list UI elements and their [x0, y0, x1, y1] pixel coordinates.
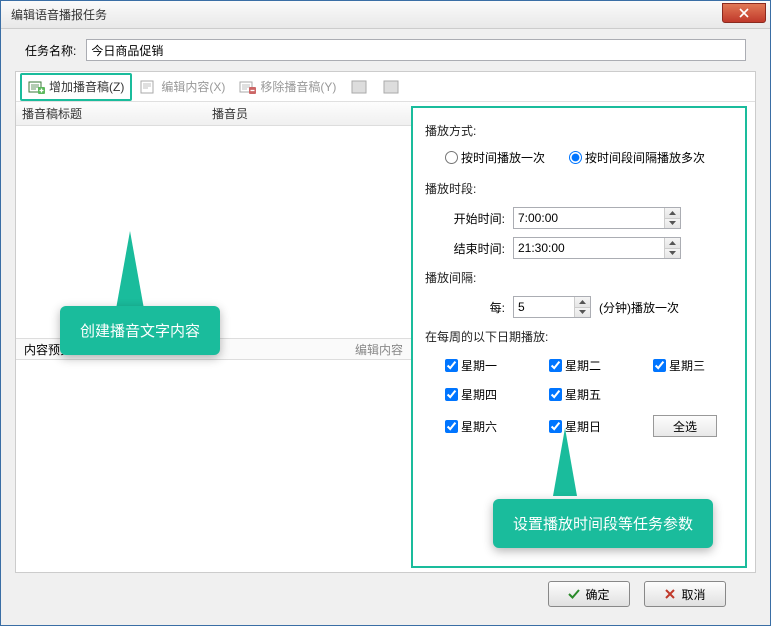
dialog-window: 编辑语音播报任务 任务名称: 增加播音稿(Z) 编辑内容(X)	[0, 0, 771, 626]
end-time-spinner[interactable]	[513, 237, 681, 259]
day-thursday[interactable]: 星期四	[445, 386, 525, 403]
remove-script-label: 移除播音稿(Y)	[260, 78, 336, 95]
day-saturday[interactable]: 星期六	[445, 418, 525, 435]
task-name-label: 任务名称:	[25, 42, 76, 59]
task-name-input[interactable]	[86, 39, 746, 61]
interval-label: 播放间隔:	[425, 269, 733, 286]
radio-repeat-input[interactable]	[569, 151, 582, 164]
day-friday[interactable]: 星期五	[549, 386, 629, 403]
play-mode-label: 播放方式:	[425, 122, 733, 139]
radio-once-input[interactable]	[445, 151, 458, 164]
col-title: 播音稿标题	[16, 105, 206, 122]
day-wednesday[interactable]: 星期三	[653, 357, 733, 374]
add-script-button[interactable]: 增加播音稿(Z)	[20, 73, 132, 101]
add-script-label: 增加播音稿(Z)	[49, 78, 124, 95]
col-announcer: 播音员	[206, 105, 411, 122]
spin-down-icon[interactable]	[665, 219, 680, 229]
end-time-row: 结束时间:	[425, 233, 733, 263]
page-icon-2	[382, 79, 400, 95]
check-icon	[568, 588, 580, 600]
day-monday[interactable]: 星期一	[445, 357, 525, 374]
spin-up-icon[interactable]	[665, 238, 680, 249]
window-title: 编辑语音播报任务	[5, 6, 722, 23]
start-time-label: 开始时间:	[445, 210, 505, 227]
list-header: 播音稿标题 播音员	[16, 102, 411, 126]
preview-edit-link[interactable]: 编辑内容	[355, 341, 403, 358]
day-tuesday[interactable]: 星期二	[549, 357, 629, 374]
interval-row: 每: (分钟)播放一次	[425, 292, 733, 322]
interval-spinner[interactable]	[513, 296, 591, 318]
callout-arrow-1	[116, 231, 144, 309]
end-time-input[interactable]	[514, 238, 664, 258]
remove-icon	[239, 79, 257, 95]
interval-spin-buttons[interactable]	[574, 297, 590, 317]
toolbar: 增加播音稿(Z) 编辑内容(X) 移除播音稿(Y)	[16, 72, 755, 102]
page-icon	[350, 79, 368, 95]
select-all-button[interactable]: 全选	[653, 415, 717, 437]
extra-button-2[interactable]	[376, 75, 406, 99]
play-mode-radios: 按时间播放一次 按时间段间隔播放多次	[425, 145, 733, 174]
end-spin-buttons[interactable]	[664, 238, 680, 258]
start-time-row: 开始时间:	[425, 203, 733, 233]
start-time-spinner[interactable]	[513, 207, 681, 229]
start-spin-buttons[interactable]	[664, 208, 680, 228]
preview-body	[16, 360, 411, 572]
main-panel: 增加播音稿(Z) 编辑内容(X) 移除播音稿(Y)	[15, 71, 756, 573]
ok-button[interactable]: 确定	[548, 581, 630, 607]
callout-2: 设置播放时间段等任务参数	[493, 499, 713, 548]
weekdays-grid: 星期一 星期二 星期三 星期四 星期五 星期六 星期日 全选	[425, 351, 733, 437]
bottom-bar: 确定 取消	[15, 573, 756, 615]
left-column: 播音稿标题 播音员 创建播音文字内容 内容预览: 编辑内容	[16, 102, 411, 572]
cancel-button[interactable]: 取消	[644, 581, 726, 607]
edit-content-label: 编辑内容(X)	[161, 78, 225, 95]
period-label: 播放时段:	[425, 180, 733, 197]
every-suffix: (分钟)播放一次	[599, 299, 679, 316]
radio-once[interactable]: 按时间播放一次	[445, 149, 545, 166]
add-icon	[28, 79, 46, 95]
radio-repeat[interactable]: 按时间段间隔播放多次	[569, 149, 705, 166]
script-list[interactable]: 创建播音文字内容	[16, 126, 411, 338]
spin-up-icon[interactable]	[575, 297, 590, 308]
spin-up-icon[interactable]	[665, 208, 680, 219]
titlebar: 编辑语音播报任务	[1, 1, 770, 29]
spin-down-icon[interactable]	[665, 249, 680, 259]
close-icon	[739, 8, 749, 18]
callout-1: 创建播音文字内容	[60, 306, 220, 355]
close-button[interactable]	[722, 3, 766, 23]
content-area: 任务名称: 增加播音稿(Z) 编辑内容(X) 移除播音稿(Y)	[1, 29, 770, 625]
cancel-icon	[664, 588, 676, 600]
end-time-label: 结束时间:	[445, 240, 505, 257]
start-time-input[interactable]	[514, 208, 664, 228]
edit-content-button[interactable]: 编辑内容(X)	[134, 75, 231, 99]
remove-script-button[interactable]: 移除播音稿(Y)	[233, 75, 342, 99]
callout-arrow-2	[553, 428, 577, 496]
task-name-row: 任务名称:	[15, 39, 756, 61]
edit-icon	[140, 79, 158, 95]
weekdays-label: 在每周的以下日期播放:	[425, 328, 733, 345]
extra-button-1[interactable]	[344, 75, 374, 99]
spin-down-icon[interactable]	[575, 308, 590, 318]
every-label: 每:	[445, 299, 505, 316]
interval-input[interactable]	[514, 297, 574, 317]
